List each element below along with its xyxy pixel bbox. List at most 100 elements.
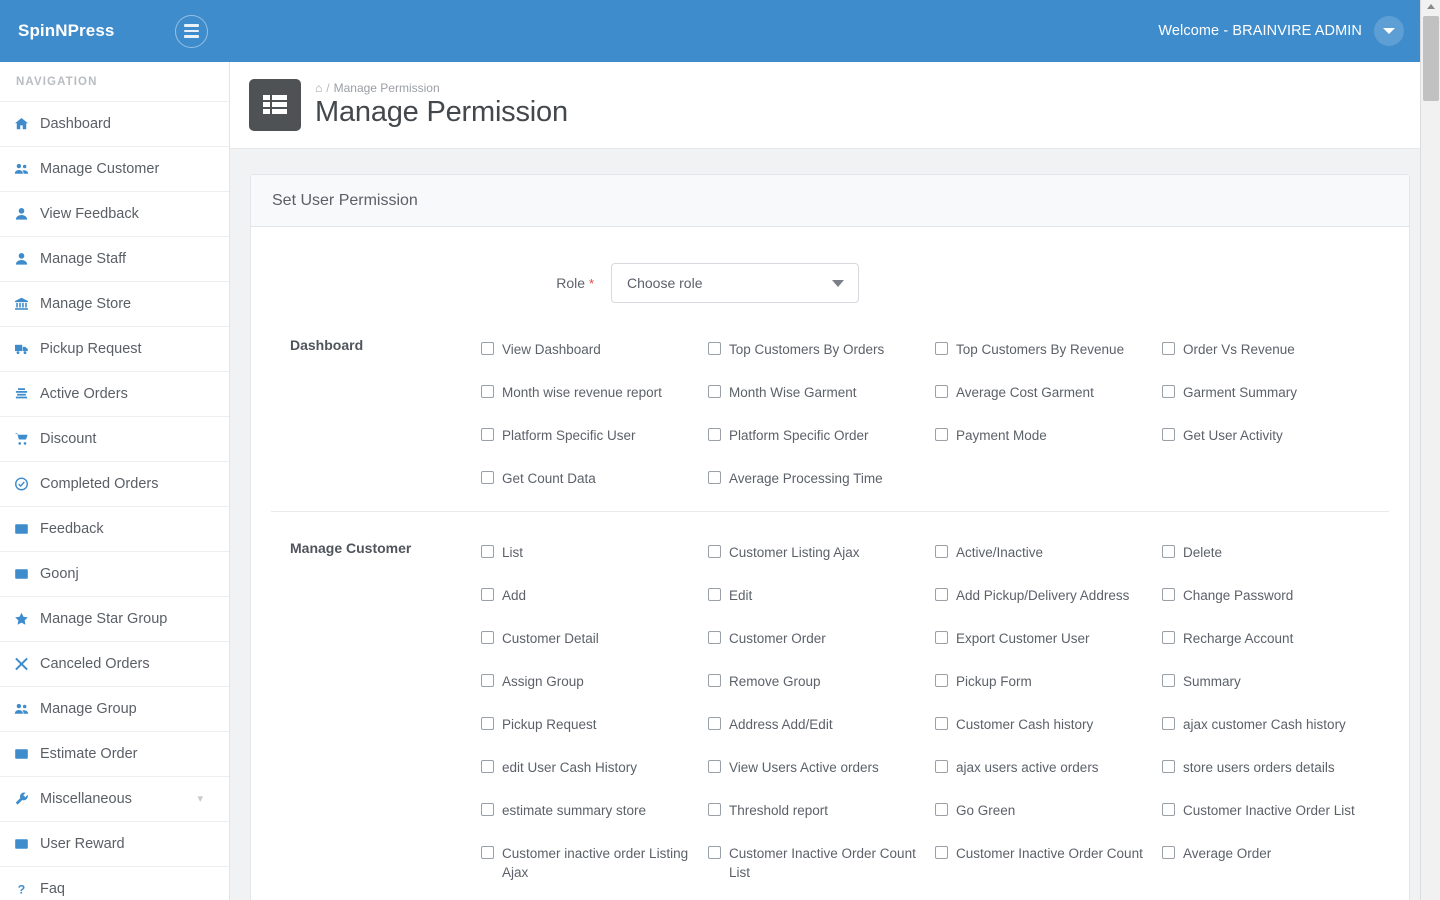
sidebar-heading: NAVIGATION (16, 75, 98, 88)
sidebar-item-label: Pickup Request (40, 341, 142, 357)
permission-checkbox-item: Customer Inactive Order Count List (708, 835, 935, 891)
sidebar-item-manage-store[interactable]: Manage Store (0, 281, 229, 326)
checkbox[interactable] (935, 803, 948, 816)
sidebar-item-manage-group[interactable]: Manage Group (0, 686, 229, 731)
permission-checkbox-item: edit User Cash History (481, 749, 708, 792)
checkbox[interactable] (1162, 545, 1175, 558)
checkbox[interactable] (935, 428, 948, 441)
sidebar-item-label: View Feedback (40, 206, 139, 222)
sidebar-item-miscellaneous[interactable]: Miscellaneous ▾ (0, 776, 229, 821)
sidebar-item-manage-customer[interactable]: Manage Customer (0, 146, 229, 191)
sidebar-item-pickup-request[interactable]: Pickup Request (0, 326, 229, 371)
permission-checkbox-item: View Users Active orders (708, 749, 935, 792)
scroll-up-arrow-icon[interactable] (1427, 4, 1435, 9)
sidebar-item-canceled-orders[interactable]: Canceled Orders (0, 641, 229, 686)
checkbox[interactable] (481, 631, 494, 644)
sidebar-item-dashboard[interactable]: Dashboard (0, 101, 229, 146)
permission-checkbox-item: Active/Inactive (935, 534, 1162, 577)
sidebar-item-completed-orders[interactable]: Completed Orders (0, 461, 229, 506)
checkbox[interactable] (481, 428, 494, 441)
checkbox[interactable] (935, 545, 948, 558)
checkbox[interactable] (708, 760, 721, 773)
permission-checkbox-item: Add (481, 577, 708, 620)
checkbox[interactable] (481, 545, 494, 558)
home-icon[interactable]: ⌂ (315, 81, 322, 95)
checkbox[interactable] (708, 471, 721, 484)
checkbox[interactable] (1162, 717, 1175, 730)
checkbox[interactable] (935, 760, 948, 773)
checkbox[interactable] (1162, 631, 1175, 644)
checkbox[interactable] (708, 588, 721, 601)
checkbox[interactable] (708, 385, 721, 398)
checkbox[interactable] (935, 846, 948, 859)
checkbox[interactable] (708, 674, 721, 687)
checkbox[interactable] (1162, 760, 1175, 773)
sidebar-item-estimate-order[interactable]: Estimate Order (0, 731, 229, 776)
checkbox[interactable] (481, 717, 494, 730)
checkbox[interactable] (708, 846, 721, 859)
sidebar-item-user-reward[interactable]: User Reward (0, 821, 229, 866)
checkbox[interactable] (708, 545, 721, 558)
checkbox[interactable] (481, 760, 494, 773)
sidebar-item-view-feedback[interactable]: View Feedback (0, 191, 229, 236)
sidebar-item-faq[interactable]: ? Faq (0, 866, 229, 900)
checkbox[interactable] (481, 803, 494, 816)
sidebar-item-label: User Reward (40, 836, 125, 852)
checkbox[interactable] (935, 342, 948, 355)
sidebar-item-feedback[interactable]: Feedback (0, 506, 229, 551)
permission-label: Customer Detail (502, 631, 599, 646)
checkbox[interactable] (481, 588, 494, 601)
checkbox[interactable] (935, 674, 948, 687)
permission-label: Active/Inactive (956, 545, 1044, 560)
permission-group-label: Manage Customer (290, 540, 412, 556)
checkbox[interactable] (708, 803, 721, 816)
checkbox[interactable] (708, 631, 721, 644)
checkbox[interactable] (481, 471, 494, 484)
checkbox[interactable] (935, 385, 948, 398)
permission-checkbox-item: Customer Inactive Order Csv (935, 891, 1162, 900)
checkbox[interactable] (935, 631, 948, 644)
user-menu-button[interactable] (1374, 16, 1404, 46)
checkbox[interactable] (481, 385, 494, 398)
sidebar-item-goonj[interactable]: Goonj (0, 551, 229, 596)
sidebar-item-manage-star-group[interactable]: Manage Star Group (0, 596, 229, 641)
checkbox[interactable] (1162, 674, 1175, 687)
checkbox[interactable] (708, 342, 721, 355)
vertical-scrollbar[interactable] (1420, 0, 1440, 900)
sidebar-item-discount[interactable]: Discount (0, 416, 229, 461)
checkbox[interactable] (935, 588, 948, 601)
brand-logo[interactable]: SpinNPress (18, 21, 114, 41)
permission-checkbox-item: Order Vs Revenue (1162, 331, 1389, 374)
checkbox[interactable] (481, 342, 494, 355)
permission-checkbox-item: Customer Cash history (935, 706, 1162, 749)
checkbox[interactable] (1162, 803, 1175, 816)
permission-label: Threshold report (729, 803, 829, 818)
permission-checkbox-item: Assign Group (481, 663, 708, 706)
question-icon: ? (14, 882, 38, 896)
permission-grid: List Customer Listing Ajax Active/Inactive… (481, 534, 1389, 900)
scrollbar-thumb[interactable] (1423, 16, 1439, 101)
permission-checkbox-item: store users orders details (1162, 749, 1389, 792)
sidebar-item-manage-staff[interactable]: Manage Staff (0, 236, 229, 281)
checkbox[interactable] (935, 717, 948, 730)
checkbox[interactable] (1162, 428, 1175, 441)
permission-checkbox-item: ajax users active orders (935, 749, 1162, 792)
checkbox[interactable] (1162, 342, 1175, 355)
checkbox[interactable] (1162, 385, 1175, 398)
checkbox[interactable] (708, 717, 721, 730)
checkbox[interactable] (481, 846, 494, 859)
permission-label: Platform Specific Order (729, 428, 869, 443)
permission-checkbox-item: Pickup Request (481, 706, 708, 749)
checkbox[interactable] (708, 428, 721, 441)
sidebar-item-active-orders[interactable]: Active Orders (0, 371, 229, 416)
hamburger-icon[interactable] (175, 14, 208, 48)
checkbox[interactable] (481, 674, 494, 687)
sidebar-item-label: Completed Orders (40, 476, 159, 492)
checkbox[interactable] (1162, 588, 1175, 601)
times-icon (14, 657, 38, 671)
permission-checkbox-item: Month wise revenue report (481, 374, 708, 417)
checkbox[interactable] (1162, 846, 1175, 859)
role-select[interactable]: Choose role (611, 263, 859, 303)
table-icon (249, 79, 301, 131)
permission-checkbox-item: Top Customers By Revenue (935, 331, 1162, 374)
